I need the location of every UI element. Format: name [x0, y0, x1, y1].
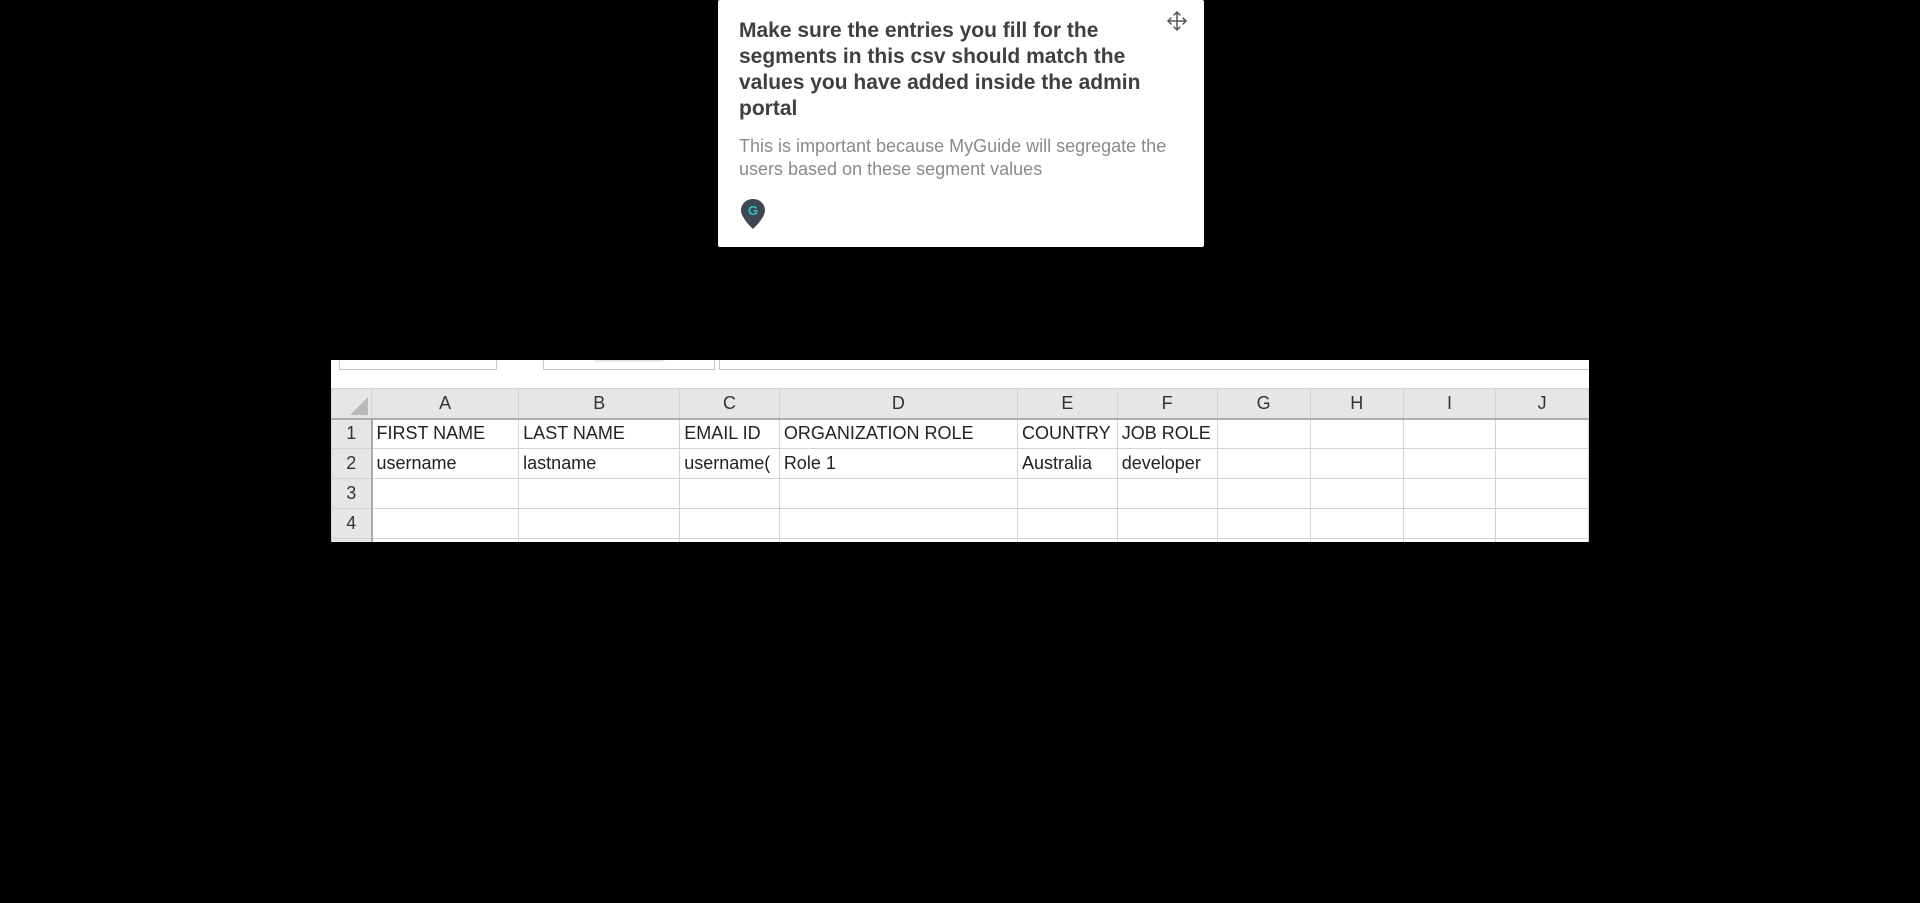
column-header[interactable]: J	[1495, 388, 1589, 420]
column-header[interactable]: D	[778, 388, 1018, 420]
table-row	[331, 538, 1589, 542]
cell[interactable]	[1402, 508, 1497, 539]
cell[interactable]	[1216, 418, 1311, 449]
cell[interactable]	[1216, 538, 1311, 542]
cell[interactable]	[518, 478, 681, 509]
cell[interactable]: Role 1	[778, 448, 1018, 479]
cell[interactable]	[1016, 508, 1118, 539]
cell[interactable]	[1402, 418, 1497, 449]
cell[interactable]	[1116, 538, 1218, 542]
cell[interactable]	[518, 538, 681, 542]
function-box	[543, 360, 715, 370]
cell[interactable]	[1402, 448, 1497, 479]
formula-toolbar	[331, 360, 1589, 388]
table-row: 4	[331, 508, 1589, 539]
column-header[interactable]: I	[1402, 388, 1497, 420]
row-header[interactable]	[331, 538, 373, 542]
cell[interactable]: username	[370, 448, 520, 479]
column-header[interactable]: H	[1309, 388, 1404, 420]
cell[interactable]	[1495, 448, 1589, 479]
cell[interactable]	[679, 538, 780, 542]
screen: Make sure the entries you fill for the s…	[0, 0, 1920, 903]
move-arrows-icon[interactable]	[1165, 9, 1189, 33]
cell[interactable]	[1116, 478, 1218, 509]
cell[interactable]	[778, 538, 1018, 542]
cell[interactable]	[1495, 418, 1589, 449]
column-header-row: ABCDEFGHIJ	[331, 388, 1589, 420]
cell[interactable]: COUNTRY	[1016, 418, 1118, 449]
cell[interactable]	[1495, 538, 1589, 542]
cell[interactable]	[1309, 448, 1404, 479]
spreadsheet-grid: ABCDEFGHIJ 1 FIRST NAME LAST NAME EMAIL ID O…	[331, 388, 1589, 542]
cell[interactable]	[518, 508, 681, 539]
cell[interactable]	[1116, 508, 1218, 539]
row-header[interactable]: 1	[331, 418, 373, 449]
cell[interactable]	[1309, 418, 1404, 449]
guide-tooltip: Make sure the entries you fill for the s…	[718, 0, 1204, 247]
cell[interactable]	[1016, 538, 1118, 542]
select-all-corner[interactable]	[331, 388, 372, 420]
column-header[interactable]: A	[370, 388, 520, 420]
cell[interactable]	[778, 478, 1018, 509]
select-all-triangle-icon	[350, 396, 368, 415]
table-row: 2 username lastname username(Role 1 Australi…	[331, 448, 1589, 479]
cell[interactable]	[1016, 478, 1118, 509]
tooltip-description: This is important because MyGuide will s…	[739, 136, 1167, 179]
cell[interactable]	[778, 508, 1018, 539]
column-header[interactable]: E	[1016, 388, 1118, 420]
name-box[interactable]	[339, 360, 497, 370]
cell[interactable]	[1402, 478, 1497, 509]
row-header[interactable]: 2	[331, 448, 373, 479]
cell[interactable]	[1216, 478, 1311, 509]
cell[interactable]: username(	[679, 448, 780, 479]
cell[interactable]: developer	[1116, 448, 1218, 479]
formula-bar[interactable]	[719, 360, 1589, 370]
cell[interactable]: EMAIL ID	[679, 418, 780, 449]
row-header[interactable]: 4	[331, 508, 373, 539]
cell[interactable]	[370, 508, 520, 539]
cell[interactable]	[1216, 508, 1311, 539]
cell[interactable]: lastname	[518, 448, 681, 479]
table-row: 3	[331, 478, 1589, 509]
logo-letter: G	[748, 203, 758, 218]
column-header[interactable]: C	[679, 388, 780, 420]
cell[interactable]	[1309, 508, 1404, 539]
cell[interactable]	[1309, 478, 1404, 509]
column-header[interactable]: G	[1216, 388, 1311, 420]
column-header[interactable]: F	[1116, 388, 1218, 420]
cell[interactable]	[1216, 448, 1311, 479]
cell[interactable]: ORGANIZATION ROLE	[778, 418, 1018, 449]
cell[interactable]	[1309, 538, 1404, 542]
cell[interactable]	[370, 478, 520, 509]
row-header[interactable]: 3	[331, 478, 373, 509]
table-row: 1 FIRST NAME LAST NAME EMAIL ID ORGANIZATION…	[331, 418, 1589, 449]
cell[interactable]: JOB ROLE	[1116, 418, 1218, 449]
cell[interactable]	[370, 538, 520, 542]
myguide-pin-logo-icon: G	[740, 198, 766, 230]
cell[interactable]	[679, 478, 780, 509]
cell[interactable]: Australia	[1016, 448, 1118, 479]
cell[interactable]	[1495, 508, 1589, 539]
cell[interactable]: FIRST NAME	[370, 418, 520, 449]
cell[interactable]	[1495, 478, 1589, 509]
cell[interactable]	[1402, 538, 1497, 542]
column-header[interactable]: B	[518, 388, 681, 420]
cell[interactable]: LAST NAME	[518, 418, 681, 449]
tooltip-title: Make sure the entries you fill for the s…	[739, 19, 1141, 120]
cell[interactable]	[679, 508, 780, 539]
spreadsheet-screenshot: ABCDEFGHIJ 1 FIRST NAME LAST NAME EMAIL ID O…	[331, 360, 1589, 542]
